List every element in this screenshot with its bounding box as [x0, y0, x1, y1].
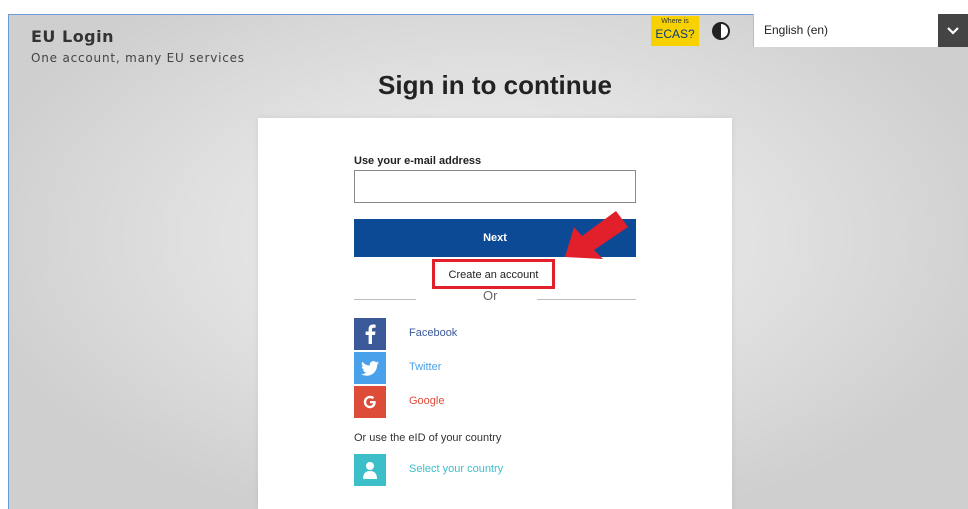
language-select[interactable]: English (en) [753, 14, 968, 47]
facebook-icon [354, 318, 386, 350]
ecas-big-text: ECAS? [655, 27, 695, 41]
create-account-highlight: Create an account [432, 259, 555, 289]
ecas-small-text: Where is [661, 18, 689, 25]
chevron-down-icon[interactable] [938, 14, 968, 47]
twitter-login-button[interactable]: Twitter [354, 352, 554, 384]
brand-title[interactable]: EU Login [31, 27, 114, 46]
facebook-label: Facebook [409, 327, 458, 339]
google-label: Google [409, 395, 445, 407]
google-icon [354, 386, 386, 418]
brand-subtitle: One account, many EU services [31, 51, 245, 65]
select-country-label: Select your country [409, 463, 504, 475]
eid-instruction: Or use the eID of your country [354, 432, 502, 444]
language-value: English (en) [764, 23, 829, 37]
page-title: Sign in to continue [378, 70, 612, 100]
divider-left [354, 299, 416, 300]
create-account-link[interactable]: Create an account [435, 269, 552, 281]
or-separator: Or [483, 288, 498, 303]
contrast-toggle-icon[interactable] [711, 21, 731, 41]
google-login-button[interactable]: Google [354, 386, 554, 418]
select-country-button[interactable]: Select your country [354, 454, 554, 486]
divider-right [537, 299, 636, 300]
login-card: Use your e-mail address Next Create an a… [258, 118, 732, 509]
email-input[interactable] [354, 170, 636, 203]
user-icon [354, 454, 386, 486]
where-is-ecas-button[interactable]: Where is ECAS? [651, 16, 699, 46]
red-arrow-annotation [565, 211, 628, 259]
facebook-login-button[interactable]: Facebook [354, 318, 554, 350]
twitter-label: Twitter [409, 361, 442, 373]
twitter-icon [354, 352, 386, 384]
email-label: Use your e-mail address [354, 155, 482, 167]
